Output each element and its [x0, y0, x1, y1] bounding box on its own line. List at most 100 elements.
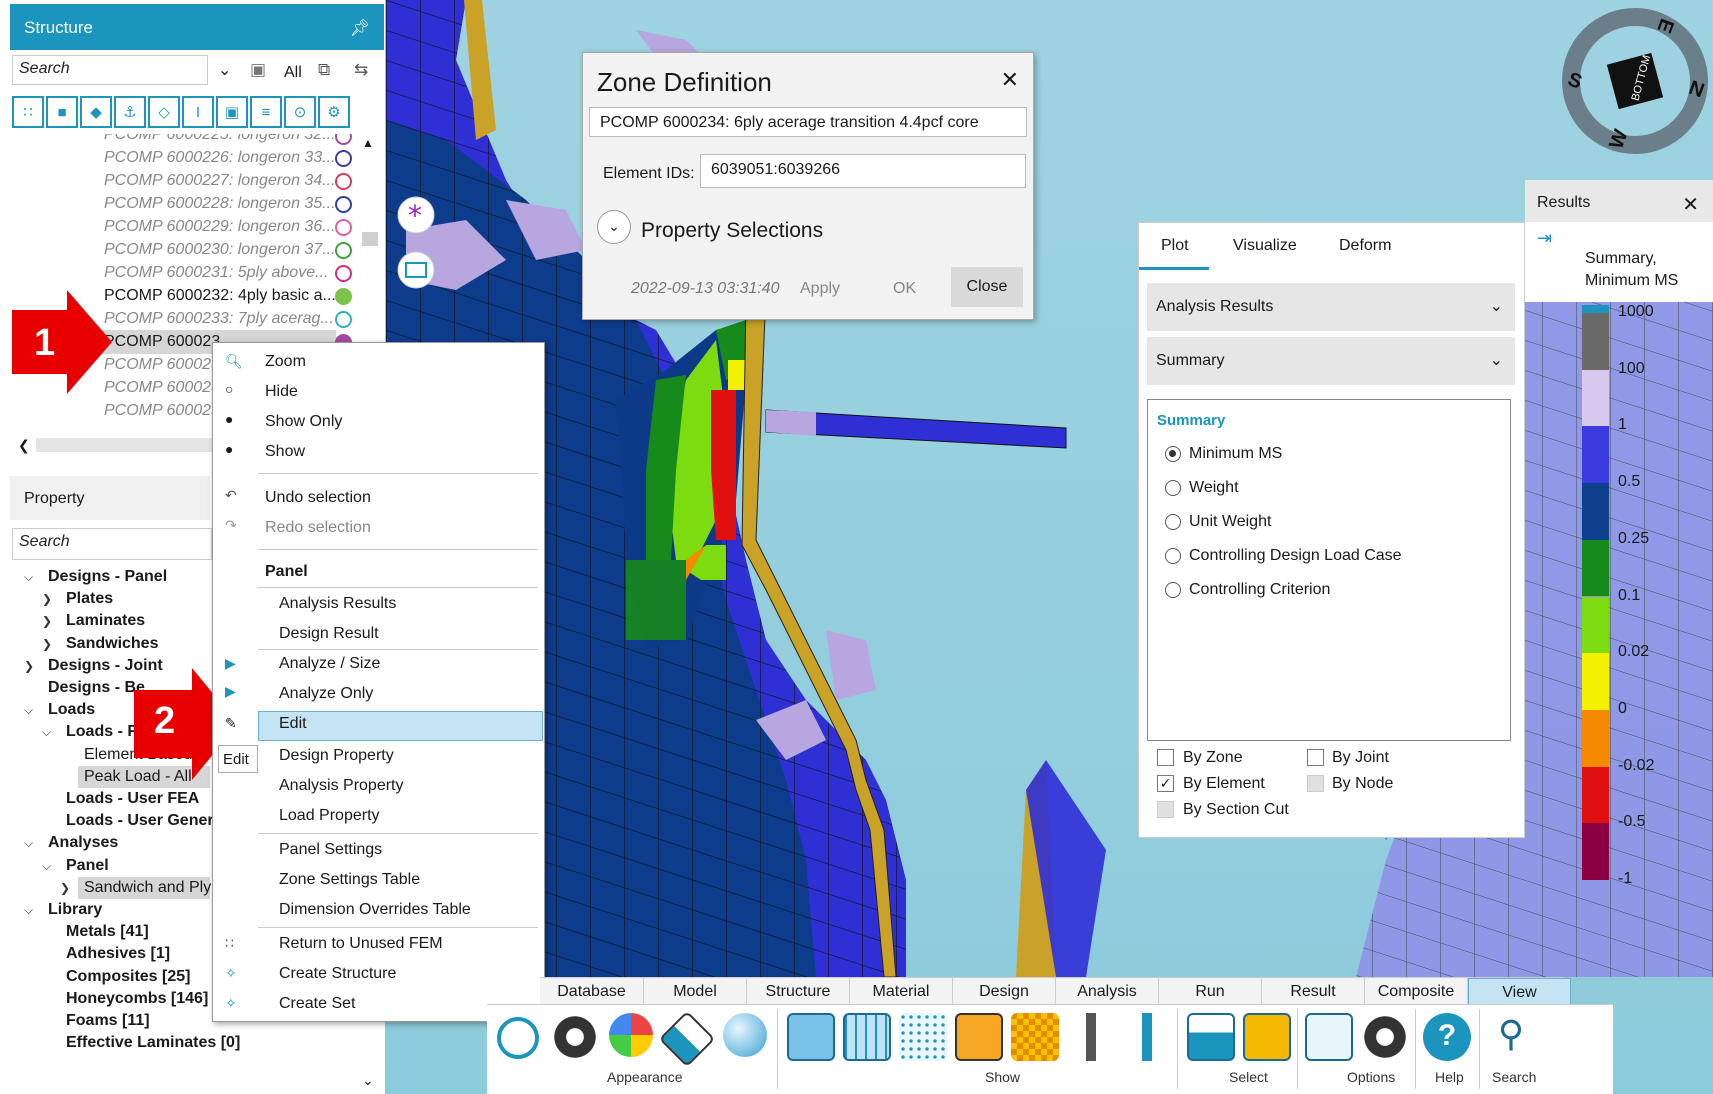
by-zone-checkbox[interactable] — [1157, 749, 1174, 766]
cube-icon[interactable]: ▣ — [216, 96, 248, 128]
by-joint-label[interactable]: By Joint — [1332, 749, 1389, 767]
ribbon-tab-result[interactable]: Result — [1262, 978, 1365, 1006]
plate-icon[interactable]: ◆ — [80, 96, 112, 128]
fem-icon[interactable]: ∷ — [12, 96, 44, 128]
property-scroll-down-icon[interactable]: ⌄ — [362, 1072, 374, 1089]
layers-icon[interactable]: ≡ — [250, 96, 282, 128]
tab-plot[interactable]: Plot — [1161, 237, 1189, 255]
option-label[interactable]: Weight — [1189, 479, 1239, 497]
expand-caret-closed-icon[interactable]: ❯ — [42, 637, 52, 651]
expand-caret-closed-icon[interactable]: ❯ — [42, 614, 52, 628]
property-tree-item[interactable]: Loads - User Genera — [66, 812, 223, 830]
summary-dropdown[interactable]: Summary ⌄ — [1147, 337, 1515, 385]
property-selections-label[interactable]: Property Selections — [641, 219, 823, 243]
by-section-cut-label[interactable]: By Section Cut — [1183, 801, 1289, 819]
color-swatch-icon[interactable] — [335, 173, 352, 190]
option-label[interactable]: Controlling Design Load Case — [1189, 547, 1402, 565]
menu-item-show-only[interactable]: Show Only — [265, 413, 342, 431]
copy-icon[interactable]: ⧉ — [318, 60, 330, 80]
color-swatch-icon[interactable] — [335, 242, 352, 259]
menu-item-return-unused-fem[interactable]: Return to Unused FEM — [279, 935, 443, 953]
gear-options-icon[interactable] — [1361, 1013, 1409, 1061]
beam-icon[interactable]: I — [182, 96, 214, 128]
sphere-icon[interactable] — [723, 1013, 767, 1057]
tree-scrollbar-thumb[interactable] — [362, 232, 378, 246]
select-box-icon[interactable] — [1243, 1013, 1291, 1061]
by-zone-label[interactable]: By Zone — [1183, 749, 1243, 767]
expand-chevron-icon[interactable]: ⌄ — [597, 210, 631, 244]
color-wheel-icon[interactable] — [609, 1013, 653, 1057]
menu-item-hide[interactable]: Hide — [265, 383, 298, 401]
tree-scroll-left-icon[interactable]: ❮ — [18, 437, 30, 454]
beam-view-icon[interactable] — [1067, 1013, 1115, 1061]
view-compass[interactable]: BOTTOM E N W S — [1562, 8, 1708, 154]
property-search-input[interactable]: Search — [12, 528, 212, 560]
expand-caret-open-icon[interactable]: ⌵ — [42, 859, 51, 874]
menu-item-redo[interactable]: Redo selection — [265, 519, 371, 537]
property-tree-item[interactable]: Foams [11] — [66, 1012, 150, 1030]
pointer-options-icon[interactable] — [1305, 1013, 1353, 1061]
tree-scroll-up-icon[interactable]: ▲ — [362, 136, 374, 150]
menu-item-design-result[interactable]: Design Result — [279, 625, 379, 643]
property-tree-item[interactable]: Laminates — [66, 612, 145, 630]
horizontal-scrollbar[interactable] — [36, 438, 216, 452]
analysis-results-dropdown[interactable]: Analysis Results ⌄ — [1147, 283, 1515, 331]
by-node-checkbox[interactable] — [1307, 775, 1324, 792]
menu-item-analysis-results[interactable]: Analysis Results — [279, 595, 396, 613]
apply-button[interactable]: Apply — [800, 280, 840, 298]
cube-filter-icon[interactable]: ▣ — [250, 60, 266, 80]
color-swatch-icon[interactable] — [335, 196, 352, 213]
ribbon-tab-view[interactable]: View — [1468, 978, 1571, 1006]
by-node-label[interactable]: By Node — [1332, 775, 1393, 793]
i-beam-view-icon[interactable] — [1123, 1013, 1171, 1061]
option-label[interactable]: Controlling Criterion — [1189, 581, 1330, 599]
tree-item[interactable]: PCOMP 6000232: 4ply basic a... — [104, 287, 336, 305]
dots-view-icon[interactable] — [899, 1013, 947, 1061]
radio-unit-weight[interactable] — [1165, 514, 1181, 530]
tree-item[interactable]: PCOMP 6000227: longeron 34... — [104, 172, 336, 190]
property-tree-item[interactable]: Library — [48, 901, 102, 919]
radio-minimum-ms[interactable] — [1165, 446, 1181, 462]
expand-caret-open-icon[interactable]: ⌵ — [24, 903, 33, 918]
property-tree-item[interactable]: Composites [25] — [66, 968, 190, 986]
fastener-icon[interactable]: ⊙ — [284, 96, 316, 128]
menu-item-create-set[interactable]: Create Set — [279, 995, 355, 1013]
ribbon-tab-analysis[interactable]: Analysis — [1056, 978, 1159, 1006]
ribbon-tab-structure[interactable]: Structure — [747, 978, 850, 1006]
element-ids-field[interactable]: 6039051:6039266 — [700, 154, 1026, 188]
color-swatch-icon[interactable] — [335, 311, 352, 328]
menu-item-show[interactable]: Show — [265, 443, 305, 461]
tree-item[interactable]: PCOMP 6000231: 5ply above... — [104, 264, 328, 282]
by-joint-checkbox[interactable] — [1307, 749, 1324, 766]
tab-deform[interactable]: Deform — [1339, 237, 1391, 255]
gear-icon[interactable] — [551, 1013, 599, 1061]
property-tree-item[interactable]: Honeycombs [146] — [66, 990, 208, 1008]
property-tree-item[interactable]: Sandwich and Ply — [84, 879, 211, 897]
pin-icon[interactable]: 📌︎ — [350, 18, 370, 38]
ribbon-tab-database[interactable]: Database — [540, 978, 644, 1006]
panel-icon[interactable]: ◇ — [148, 96, 180, 128]
tree-item[interactable]: PCOMP 6000225: longeron 32... — [104, 134, 336, 144]
color-swatch-icon[interactable] — [335, 219, 352, 236]
property-tree-item[interactable]: Panel — [66, 857, 109, 875]
property-tree-item[interactable]: Plates — [66, 590, 113, 608]
by-element-label[interactable]: By Element — [1183, 775, 1265, 793]
menu-item-design-property[interactable]: Design Property — [279, 747, 394, 765]
ribbon-tab-run[interactable]: Run — [1159, 978, 1262, 1006]
swap-icon[interactable]: ⇆ — [354, 60, 368, 80]
radio-controlling-criterion[interactable] — [1165, 582, 1181, 598]
tree-item[interactable]: PCOMP 6000230: longeron 37... — [104, 241, 336, 259]
property-tree-item[interactable]: Adhesives [1] — [66, 945, 170, 963]
close-button[interactable]: Close — [951, 267, 1023, 307]
tab-visualize[interactable]: Visualize — [1233, 237, 1297, 255]
solid-icon[interactable]: ■ — [46, 96, 78, 128]
menu-item-analyze-only[interactable]: Analyze Only — [279, 685, 373, 703]
settings-box-icon[interactable]: ⚙︎ — [318, 96, 350, 128]
paint-bucket-icon[interactable] — [658, 1010, 716, 1068]
all-filter-label[interactable]: All — [284, 64, 302, 82]
select-surface-icon[interactable] — [1187, 1013, 1235, 1061]
zone-name-field[interactable]: PCOMP 6000234: 6ply acerage transition 4… — [589, 107, 1027, 137]
menu-item-zoom[interactable]: Zoom — [265, 353, 306, 371]
radio-controlling-load-case[interactable] — [1165, 548, 1181, 564]
help-icon[interactable]: ? — [1423, 1013, 1471, 1061]
